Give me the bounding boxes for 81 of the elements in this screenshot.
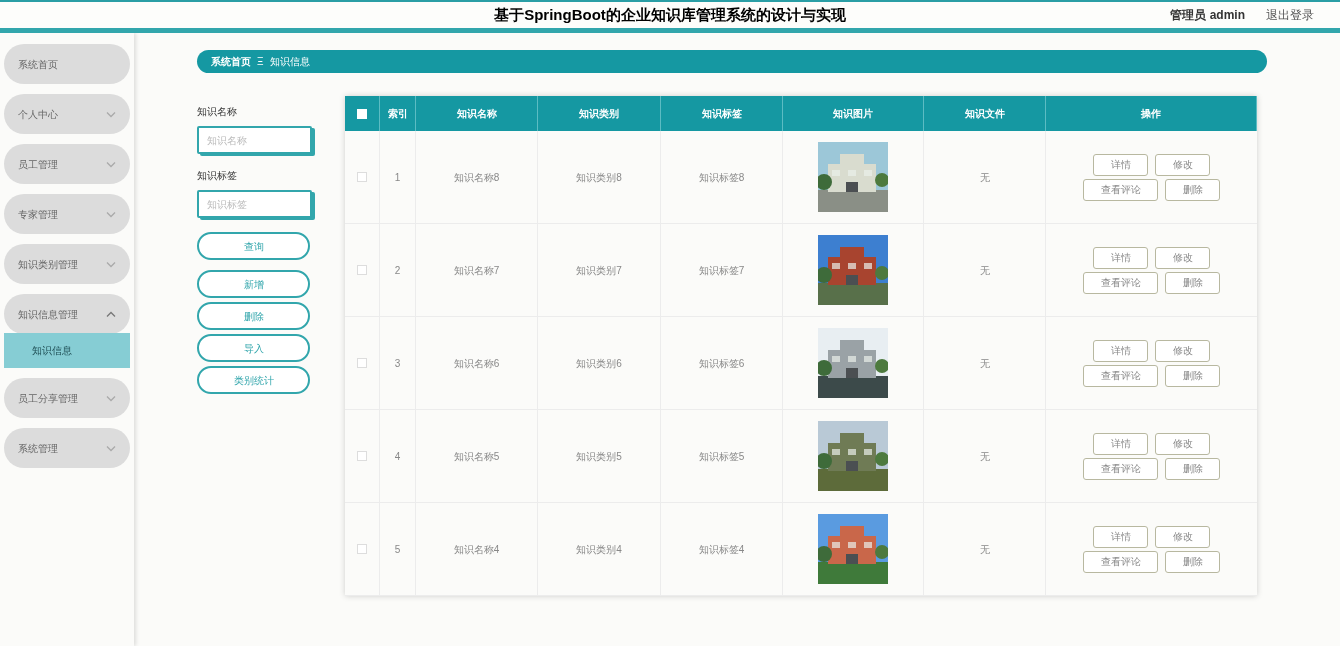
row-action-button[interactable]: 查看评论 — [1083, 271, 1158, 294]
filter-field[interactable]: 知识名称 — [197, 126, 312, 154]
table-cell-text: 无 — [979, 356, 990, 371]
table-cell-text: 知识类别4 — [576, 542, 622, 557]
row-action-button[interactable]: 修改 — [1155, 246, 1210, 269]
filter-label: 知识名称 — [197, 105, 238, 119]
row-action-button[interactable]: 查看评论 — [1083, 364, 1158, 387]
column-header: 知识图片 — [783, 96, 924, 131]
row-action-button[interactable]: 详情 — [1093, 339, 1148, 362]
table-cell-text: 无 — [979, 263, 990, 278]
column-header: 知识文件 — [924, 96, 1046, 131]
row-action-button[interactable]: 删除 — [1165, 178, 1220, 201]
breadcrumb-current: 知识信息 — [269, 55, 310, 69]
table-cell-text: 知识名称6 — [453, 356, 500, 371]
sidebar-item[interactable]: 系统管理 — [4, 428, 130, 468]
action-button[interactable]: 删除 — [197, 302, 310, 330]
table-cell-text: 知识类别6 — [576, 356, 622, 371]
user-label: 管理员 admin — [1170, 7, 1245, 24]
column-header: 知识名称 — [416, 96, 538, 131]
table-cell-text: 2 — [394, 263, 401, 278]
table-cell-text: 3 — [394, 356, 401, 371]
table-cell-text: 知识标签4 — [698, 542, 745, 557]
sidebar-item[interactable]: 系统首页 — [4, 44, 130, 84]
table-cell-text: 知识类别7 — [576, 263, 622, 278]
table-cell-text: 知识标签5 — [698, 449, 745, 464]
row-action-button[interactable]: 删除 — [1165, 550, 1220, 573]
table-cell-text: 无 — [979, 170, 990, 185]
table-cell-text: 无 — [979, 449, 990, 464]
action-button[interactable]: 新增 — [197, 270, 310, 298]
select-all-checkbox[interactable] — [357, 108, 367, 119]
row-action-button[interactable]: 删除 — [1165, 271, 1220, 294]
row-action-button[interactable]: 查看评论 — [1083, 178, 1158, 201]
breadcrumb-separator: Ξ — [257, 55, 264, 69]
app-title: 基于SpringBoot的企业知识库管理系统的设计与实现 — [494, 4, 846, 25]
sidebar-item[interactable]: 个人中心 — [4, 94, 130, 134]
row-checkbox[interactable] — [357, 172, 367, 182]
row-action-button[interactable]: 详情 — [1093, 246, 1148, 269]
column-header: 知识标签 — [661, 96, 783, 131]
table-cell-text: 5 — [394, 542, 401, 557]
sidebar-item[interactable]: 知识信息管理 — [4, 294, 130, 334]
breadcrumb-home-link[interactable]: 系统首页 — [211, 54, 251, 69]
table-cell-text: 知识名称4 — [453, 542, 500, 557]
search-button[interactable]: 查询 — [197, 232, 310, 260]
row-action-button[interactable]: 详情 — [1093, 153, 1148, 176]
table-cell-text: 知识标签8 — [698, 170, 745, 185]
row-action-button[interactable]: 修改 — [1155, 339, 1210, 362]
table-cell-text: 知识类别5 — [576, 449, 622, 464]
row-checkbox[interactable] — [357, 358, 367, 368]
column-header: 知识类别 — [538, 96, 661, 131]
filter-label: 知识标签 — [197, 169, 238, 183]
sidebar-item[interactable]: 员工管理 — [4, 144, 130, 184]
sidebar-item[interactable]: 专家管理 — [4, 194, 130, 234]
row-checkbox[interactable] — [357, 265, 367, 275]
sidebar-item[interactable]: 员工分享管理 — [4, 378, 130, 418]
column-header: 操作 — [1046, 96, 1257, 131]
row-action-button[interactable]: 详情 — [1093, 432, 1148, 455]
action-button[interactable]: 类别统计 — [197, 366, 310, 394]
sidebar-item[interactable]: 知识类别管理 — [4, 244, 130, 284]
action-button[interactable]: 导入 — [197, 334, 310, 362]
row-action-button[interactable]: 查看评论 — [1083, 457, 1158, 480]
row-action-button[interactable]: 删除 — [1165, 457, 1220, 480]
table-cell-text: 知识标签7 — [698, 263, 745, 278]
row-action-button[interactable]: 详情 — [1093, 525, 1148, 548]
table-cell-text: 知识标签6 — [698, 356, 745, 371]
row-action-button[interactable]: 修改 — [1155, 432, 1210, 455]
row-action-button[interactable]: 修改 — [1155, 525, 1210, 548]
logout-link[interactable]: 退出登录 — [1266, 6, 1314, 24]
sidebar-subitem[interactable]: 知识信息 — [4, 333, 130, 368]
row-checkbox[interactable] — [357, 544, 367, 554]
table-cell-text: 知识名称8 — [453, 170, 500, 185]
table-cell-text: 知识类别8 — [576, 170, 622, 185]
table-cell-text: 知识名称7 — [453, 263, 500, 278]
table-cell-text: 知识名称5 — [453, 449, 500, 464]
table-cell-text: 1 — [394, 170, 401, 185]
row-action-button[interactable]: 修改 — [1155, 153, 1210, 176]
row-checkbox[interactable] — [357, 451, 367, 461]
table-cell-text: 4 — [394, 449, 401, 464]
table-cell-text: 无 — [979, 542, 990, 557]
row-action-button[interactable]: 查看评论 — [1083, 550, 1158, 573]
column-header: 索引 — [380, 96, 416, 131]
row-action-button[interactable]: 删除 — [1165, 364, 1220, 387]
